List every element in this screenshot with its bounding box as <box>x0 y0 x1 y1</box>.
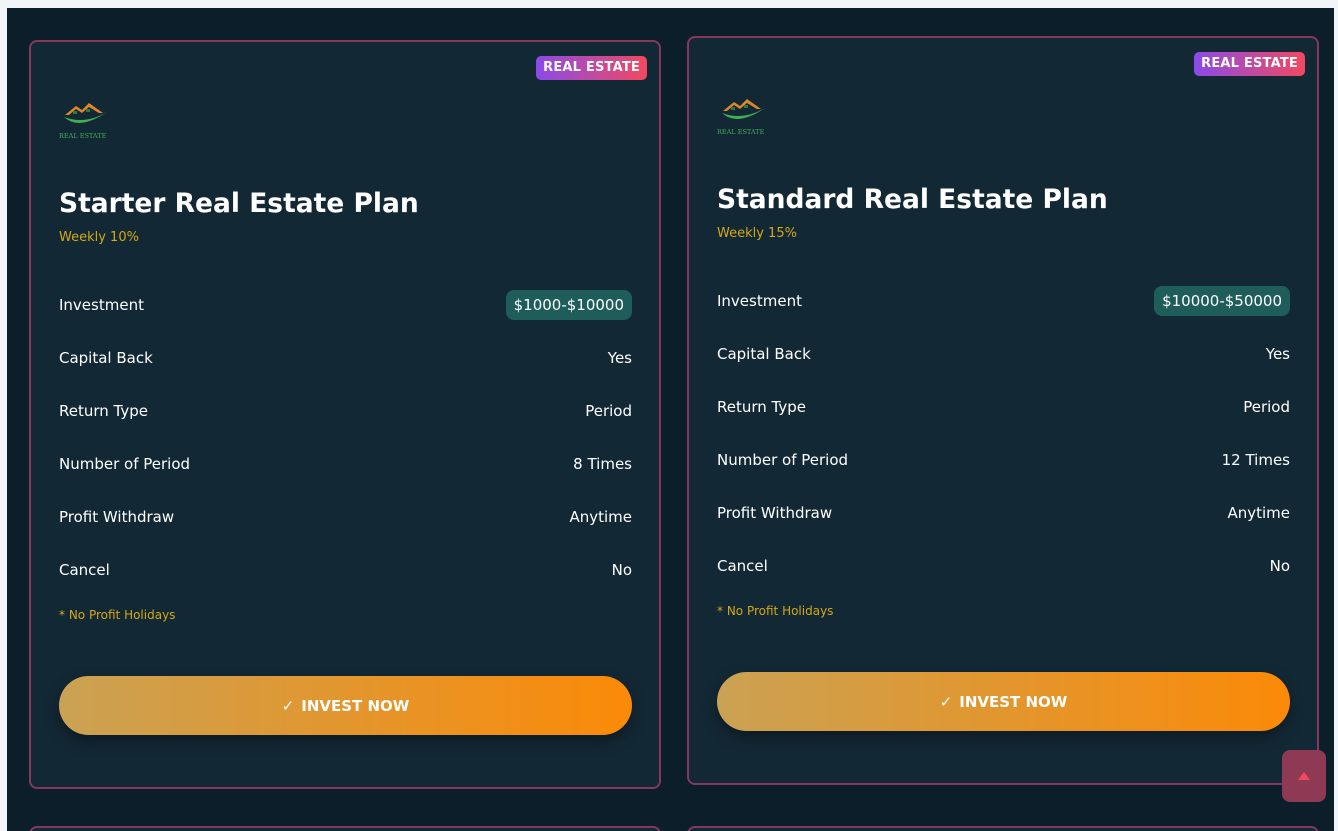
detail-value: Period <box>1243 398 1290 416</box>
detail-label: Capital Back <box>59 349 153 367</box>
detail-row-return-type: Return Type Period <box>717 392 1290 422</box>
house-logo-icon <box>64 103 107 123</box>
detail-row-number-of-period: Number of Period 12 Times <box>717 445 1290 475</box>
investment-range-pill: $1000-$10000 <box>505 290 632 320</box>
house-logo-icon <box>722 99 765 119</box>
arrow-up-icon <box>1298 772 1310 780</box>
invest-now-label: INVEST NOW <box>301 696 410 715</box>
logo-text: REAL ESTATE <box>717 128 765 136</box>
invest-now-button[interactable]: ✓ INVEST NOW <box>717 672 1290 731</box>
plan-rate: Weekly 15% <box>717 226 797 241</box>
detail-row-capital-back: Capital Back Yes <box>59 343 632 373</box>
plan-title: Standard Real Estate Plan <box>717 184 1108 215</box>
detail-row-cancel: Cancel No <box>717 551 1290 581</box>
detail-label: Return Type <box>59 402 148 420</box>
detail-value: No <box>611 561 632 579</box>
detail-row-investment: Investment $1000-$10000 <box>59 290 632 320</box>
logo-text: REAL ESTATE <box>59 132 107 140</box>
detail-value: Period <box>585 402 632 420</box>
investment-range-pill: $10000-$50000 <box>1154 286 1290 316</box>
real-estate-logo: REAL ESTATE <box>59 98 113 142</box>
category-badge: REAL ESTATE <box>536 56 647 80</box>
detail-row-return-type: Return Type Period <box>59 396 632 426</box>
plan-card-standard: REAL ESTATE REAL ESTATE Standard Real Es… <box>687 36 1319 785</box>
detail-label: Number of Period <box>717 451 849 469</box>
no-profit-holidays-note: * No Profit Holidays <box>717 604 834 618</box>
scroll-to-top-button[interactable] <box>1282 750 1326 802</box>
detail-label: Cancel <box>717 557 768 575</box>
plan-rate: Weekly 10% <box>59 230 139 245</box>
detail-label: Investment <box>59 296 144 314</box>
check-icon: ✓ <box>281 696 295 715</box>
detail-row-capital-back: Capital Back Yes <box>717 339 1290 369</box>
detail-value: Yes <box>607 349 632 367</box>
real-estate-logo: REAL ESTATE <box>717 94 771 138</box>
plan-title: Starter Real Estate Plan <box>59 188 419 219</box>
next-plan-card-edge <box>29 826 661 831</box>
plan-card-starter: REAL ESTATE REAL ESTATE Starter Real Est… <box>29 40 661 789</box>
detail-label: Cancel <box>59 561 110 579</box>
detail-label: Return Type <box>717 398 806 416</box>
detail-row-profit-withdraw: Profit Withdraw Anytime <box>59 502 632 532</box>
detail-row-profit-withdraw: Profit Withdraw Anytime <box>717 498 1290 528</box>
detail-label: Profit Withdraw <box>59 508 175 526</box>
next-plan-card-edge <box>687 826 1319 831</box>
detail-row-number-of-period: Number of Period 8 Times <box>59 449 632 479</box>
detail-value: Anytime <box>569 508 632 526</box>
detail-value: 8 Times <box>573 455 632 473</box>
detail-value: No <box>1269 557 1290 575</box>
detail-value: Yes <box>1265 345 1290 363</box>
check-icon: ✓ <box>939 692 953 711</box>
detail-label: Number of Period <box>59 455 191 473</box>
detail-label: Capital Back <box>717 345 811 363</box>
detail-label: Profit Withdraw <box>717 504 833 522</box>
invest-now-label: INVEST NOW <box>959 692 1068 711</box>
plans-section: REAL ESTATE REAL ESTATE Starter Real Est… <box>7 8 1334 831</box>
detail-value: Anytime <box>1227 504 1290 522</box>
detail-row-investment: Investment $10000-$50000 <box>717 286 1290 316</box>
detail-row-cancel: Cancel No <box>59 555 632 585</box>
no-profit-holidays-note: * No Profit Holidays <box>59 608 176 622</box>
detail-value: 12 Times <box>1221 451 1290 469</box>
invest-now-button[interactable]: ✓ INVEST NOW <box>59 676 632 735</box>
category-badge: REAL ESTATE <box>1194 52 1305 76</box>
detail-label: Investment <box>717 292 802 310</box>
